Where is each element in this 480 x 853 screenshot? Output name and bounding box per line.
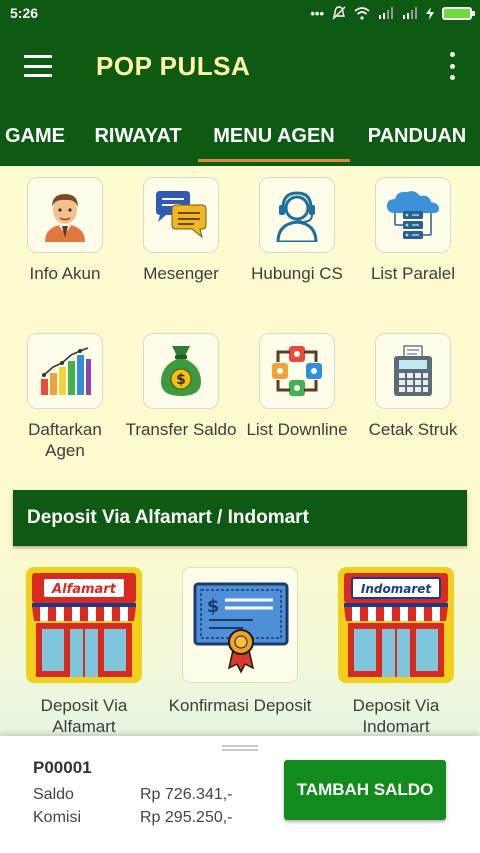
deposit-indomart-button[interactable]: Indomaret Deposit Via Indomart bbox=[321, 567, 471, 736]
menu-item-daftarkan-agen[interactable]: Daftarkan Agen bbox=[7, 333, 123, 461]
menu-item-label: List Paralel bbox=[370, 264, 456, 283]
menu-item-label: Mesenger bbox=[143, 264, 219, 283]
svg-text:$: $ bbox=[207, 596, 220, 617]
account-bottom-sheet: P00001 Saldo Rp 726.341,- Komisi Rp 295.… bbox=[0, 736, 480, 853]
hamburger-menu-icon[interactable] bbox=[24, 55, 52, 77]
tambah-saldo-button[interactable]: TAMBAH SALDO bbox=[284, 760, 446, 820]
menu-item-label: List Downline bbox=[246, 420, 348, 439]
signal-icon bbox=[379, 7, 393, 19]
menu-item-info-akun[interactable]: Info Akun bbox=[7, 177, 123, 284]
svg-text:$: $ bbox=[176, 372, 186, 388]
app-title: POP PULSA bbox=[96, 50, 251, 81]
user-avatar-icon bbox=[27, 177, 103, 253]
menu-item-hubungi-cs[interactable]: Hubungi CS bbox=[239, 177, 355, 284]
menu-item-mesenger[interactable]: Mesenger bbox=[123, 177, 239, 284]
app-bar: POP PULSA bbox=[0, 26, 480, 106]
mute-icon bbox=[332, 6, 346, 20]
menu-item-cetak-struk[interactable]: Cetak Struk bbox=[355, 333, 471, 440]
cloud-server-icon bbox=[375, 177, 451, 253]
indomaret-store-icon: Indomaret bbox=[338, 567, 454, 683]
deposit-item-label: Deposit Via Alfamart bbox=[40, 696, 128, 736]
bar-chart-icon bbox=[27, 333, 103, 409]
saldo-value: Rp 726.341,- bbox=[140, 786, 233, 803]
indomaret-logo-text: Indomaret bbox=[361, 582, 433, 596]
signal-icon-2 bbox=[403, 7, 417, 19]
tab-menu-agen[interactable]: MENU AGEN bbox=[198, 106, 350, 166]
menu-item-list-paralel[interactable]: List Paralel bbox=[355, 177, 471, 284]
tab-game[interactable]: GAME bbox=[0, 106, 70, 166]
komisi-value: Rp 295.250,- bbox=[140, 809, 233, 826]
status-time: 5:26 bbox=[10, 5, 39, 21]
notification-dots: ••• bbox=[310, 5, 324, 21]
tab-bar: GAME RIWAYAT MENU AGEN PANDUAN bbox=[0, 106, 480, 166]
drag-handle[interactable] bbox=[222, 745, 258, 751]
menu-item-label: Cetak Struk bbox=[368, 420, 458, 439]
money-bag-icon: $ bbox=[143, 333, 219, 409]
alfamart-store-icon: Alfamart bbox=[26, 567, 142, 683]
status-icons: ••• bbox=[310, 5, 475, 21]
wifi-icon bbox=[354, 6, 370, 20]
people-circle-icon bbox=[259, 333, 335, 409]
saldo-label: Saldo bbox=[33, 786, 74, 803]
main-content: Info Akun Mesenger Hubungi CS List Paral… bbox=[0, 166, 480, 736]
certificate-icon: $ bbox=[182, 567, 298, 683]
tab-panduan[interactable]: PANDUAN bbox=[362, 106, 472, 166]
menu-item-label: Transfer Saldo bbox=[125, 420, 237, 439]
deposit-item-label: Konfirmasi Deposit bbox=[168, 696, 312, 715]
deposit-item-label: Deposit Via Indomart bbox=[352, 696, 440, 736]
alfamart-logo-text: Alfamart bbox=[51, 582, 117, 597]
menu-item-label: Hubungi CS bbox=[251, 264, 343, 283]
menu-item-label: Daftarkan Agen bbox=[28, 420, 102, 460]
komisi-label: Komisi bbox=[33, 809, 82, 826]
menu-item-list-downline[interactable]: List Downline bbox=[239, 333, 355, 440]
cash-register-icon bbox=[375, 333, 451, 409]
tab-riwayat[interactable]: RIWAYAT bbox=[88, 106, 188, 166]
chat-bubbles-icon bbox=[143, 177, 219, 253]
menu-item-transfer-saldo[interactable]: $ Transfer Saldo bbox=[123, 333, 239, 440]
menu-item-label: Info Akun bbox=[29, 264, 101, 283]
konfirmasi-deposit-button[interactable]: $ Konfirmasi Deposit bbox=[165, 567, 315, 716]
charging-icon bbox=[426, 6, 434, 20]
status-bar: 5:26 ••• bbox=[0, 0, 480, 26]
deposit-alfamart-button[interactable]: Alfamart Deposit Via Alfamart bbox=[9, 567, 159, 736]
more-options-icon[interactable] bbox=[442, 52, 462, 80]
customer-service-icon bbox=[259, 177, 335, 253]
account-id: P00001 bbox=[33, 758, 92, 777]
deposit-section-title: Deposit Via Alfamart / Indomart bbox=[13, 490, 467, 546]
battery-icon bbox=[442, 6, 475, 20]
